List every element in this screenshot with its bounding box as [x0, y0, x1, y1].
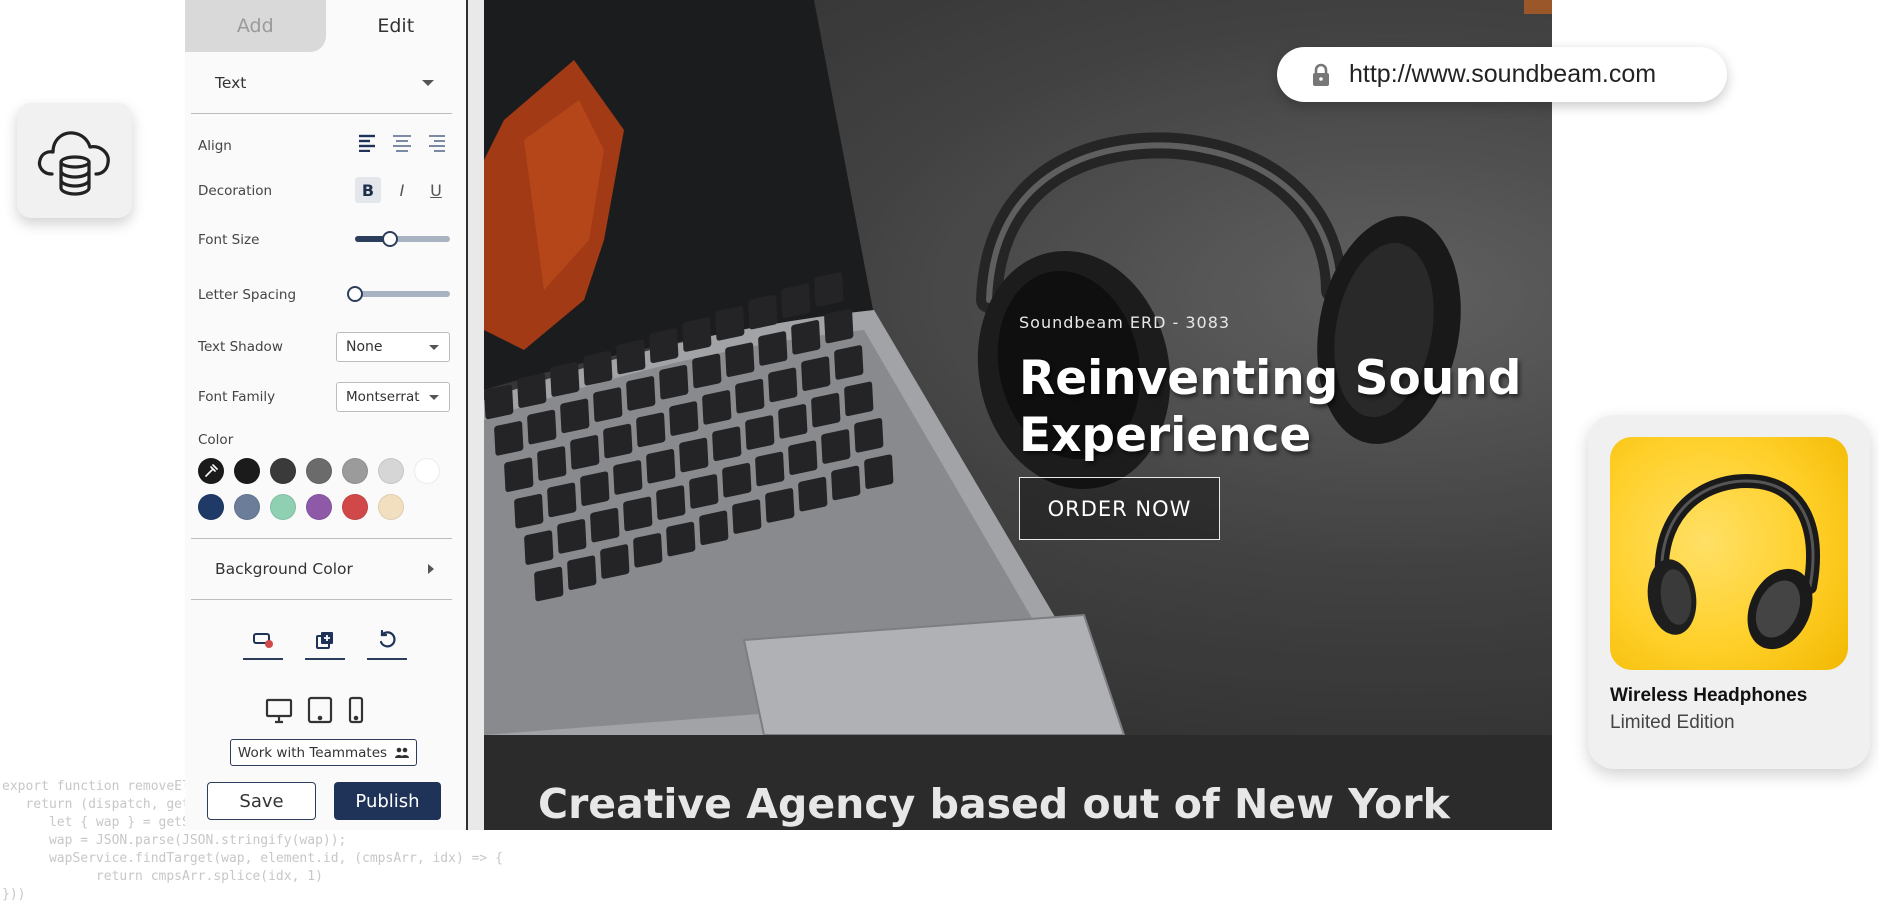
- color-swatch[interactable]: [378, 458, 404, 484]
- color-swatch[interactable]: [414, 458, 440, 484]
- color-label: Color: [198, 432, 234, 448]
- text-shadow-value: None: [346, 339, 383, 355]
- align-controls: [357, 134, 447, 153]
- editor-panel: Add Edit Text Align Decoration B I U Fon…: [185, 0, 466, 830]
- work-with-teammates-button[interactable]: Work with Teammates: [230, 739, 417, 766]
- chevron-down-icon: [429, 344, 439, 350]
- headphones-icon: [1647, 474, 1820, 650]
- desktop-icon[interactable]: [265, 698, 293, 724]
- publish-button[interactable]: Publish: [334, 782, 441, 820]
- decoration-controls: B I U: [355, 177, 449, 203]
- text-shadow-label: Text Shadow: [198, 339, 283, 355]
- letter-spacing-slider-thumb[interactable]: [347, 286, 363, 302]
- letter-spacing-label: Letter Spacing: [198, 287, 297, 303]
- agency-title[interactable]: Creative Agency based out of New York: [538, 780, 1450, 828]
- font-size-slider-thumb[interactable]: [382, 231, 399, 247]
- color-swatches-row-1: [198, 458, 440, 484]
- color-swatches-row-2: [198, 494, 404, 520]
- hero-section[interactable]: Soundbeam ERD - 3083 Reinventing Sound E…: [484, 0, 1552, 735]
- chevron-right-icon: [428, 564, 434, 574]
- color-swatch[interactable]: [234, 494, 260, 520]
- product-card[interactable]: Wireless Headphones Limited Edition: [1588, 415, 1870, 769]
- undo-icon: [379, 630, 396, 648]
- color-swatch[interactable]: [270, 458, 296, 484]
- font-family-label: Font Family: [198, 389, 276, 405]
- font-family-value: Montserrat: [346, 389, 420, 405]
- delete-element-button[interactable]: [243, 622, 283, 660]
- tab-edit[interactable]: Edit: [325, 0, 466, 52]
- decoration-label: Decoration: [198, 183, 273, 199]
- chevron-down-icon: [429, 394, 439, 400]
- text-section-label: Text: [215, 73, 247, 92]
- cloud-database-icon: [37, 130, 110, 196]
- color-swatch[interactable]: [306, 458, 332, 484]
- chevron-down-icon: [422, 79, 434, 86]
- text-shadow-select[interactable]: None: [336, 332, 450, 362]
- undo-button[interactable]: [367, 622, 407, 660]
- color-picker-swatch[interactable]: [198, 458, 224, 484]
- font-family-select[interactable]: Montserrat: [336, 382, 450, 412]
- mobile-icon[interactable]: [347, 696, 365, 724]
- color-swatch[interactable]: [342, 494, 368, 520]
- product-subtitle: Limited Edition: [1610, 712, 1735, 733]
- bold-button[interactable]: B: [355, 177, 381, 203]
- italic-button[interactable]: I: [389, 177, 415, 203]
- product-image: [1610, 437, 1848, 670]
- product-name: Wireless Headphones: [1610, 685, 1808, 706]
- duplicate-icon: [316, 632, 333, 649]
- device-preview-toggles: [265, 696, 365, 724]
- element-tools: [243, 622, 407, 660]
- users-icon: [395, 747, 410, 758]
- align-right-icon[interactable]: [425, 134, 447, 152]
- url-text: http://www.soundbeam.com: [1349, 60, 1657, 88]
- hero-title[interactable]: Reinventing Sound Experience: [1019, 350, 1539, 464]
- font-size-label: Font Size: [198, 232, 260, 248]
- background-color-label: Background Color: [215, 560, 353, 578]
- underline-button[interactable]: U: [423, 177, 449, 203]
- background-color-section: Background Color: [191, 538, 452, 600]
- align-center-icon[interactable]: [391, 134, 413, 152]
- url-bar[interactable]: http://www.soundbeam.com: [1277, 47, 1727, 102]
- order-now-button[interactable]: ORDER NOW: [1019, 477, 1220, 540]
- save-button[interactable]: Save: [207, 782, 316, 820]
- hero-eyebrow[interactable]: Soundbeam ERD - 3083: [1019, 313, 1230, 332]
- editor-divider[interactable]: [466, 0, 484, 830]
- editor-tabs: Add Edit: [185, 0, 466, 52]
- font-size-slider[interactable]: [355, 231, 450, 247]
- color-swatch[interactable]: [306, 494, 332, 520]
- delete-element-icon: [253, 633, 273, 648]
- website-preview: Soundbeam ERD - 3083 Reinventing Sound E…: [484, 0, 1552, 830]
- color-swatch[interactable]: [270, 494, 296, 520]
- duplicate-element-button[interactable]: [305, 622, 345, 660]
- color-swatch[interactable]: [342, 458, 368, 484]
- color-swatch[interactable]: [378, 494, 404, 520]
- cloud-database-card: [17, 103, 132, 218]
- lock-icon: [1313, 63, 1329, 86]
- align-left-icon[interactable]: [357, 134, 379, 153]
- color-swatch[interactable]: [234, 458, 260, 484]
- text-section-toggle[interactable]: Text: [191, 52, 452, 114]
- background-color-toggle[interactable]: Background Color: [191, 539, 452, 599]
- tab-add[interactable]: Add: [185, 0, 326, 52]
- color-swatch[interactable]: [198, 494, 224, 520]
- eyedropper-icon: [205, 464, 218, 477]
- align-label: Align: [198, 138, 232, 154]
- teammates-label: Work with Teammates: [237, 744, 388, 761]
- letter-spacing-slider[interactable]: [347, 286, 450, 302]
- tablet-icon[interactable]: [307, 696, 333, 724]
